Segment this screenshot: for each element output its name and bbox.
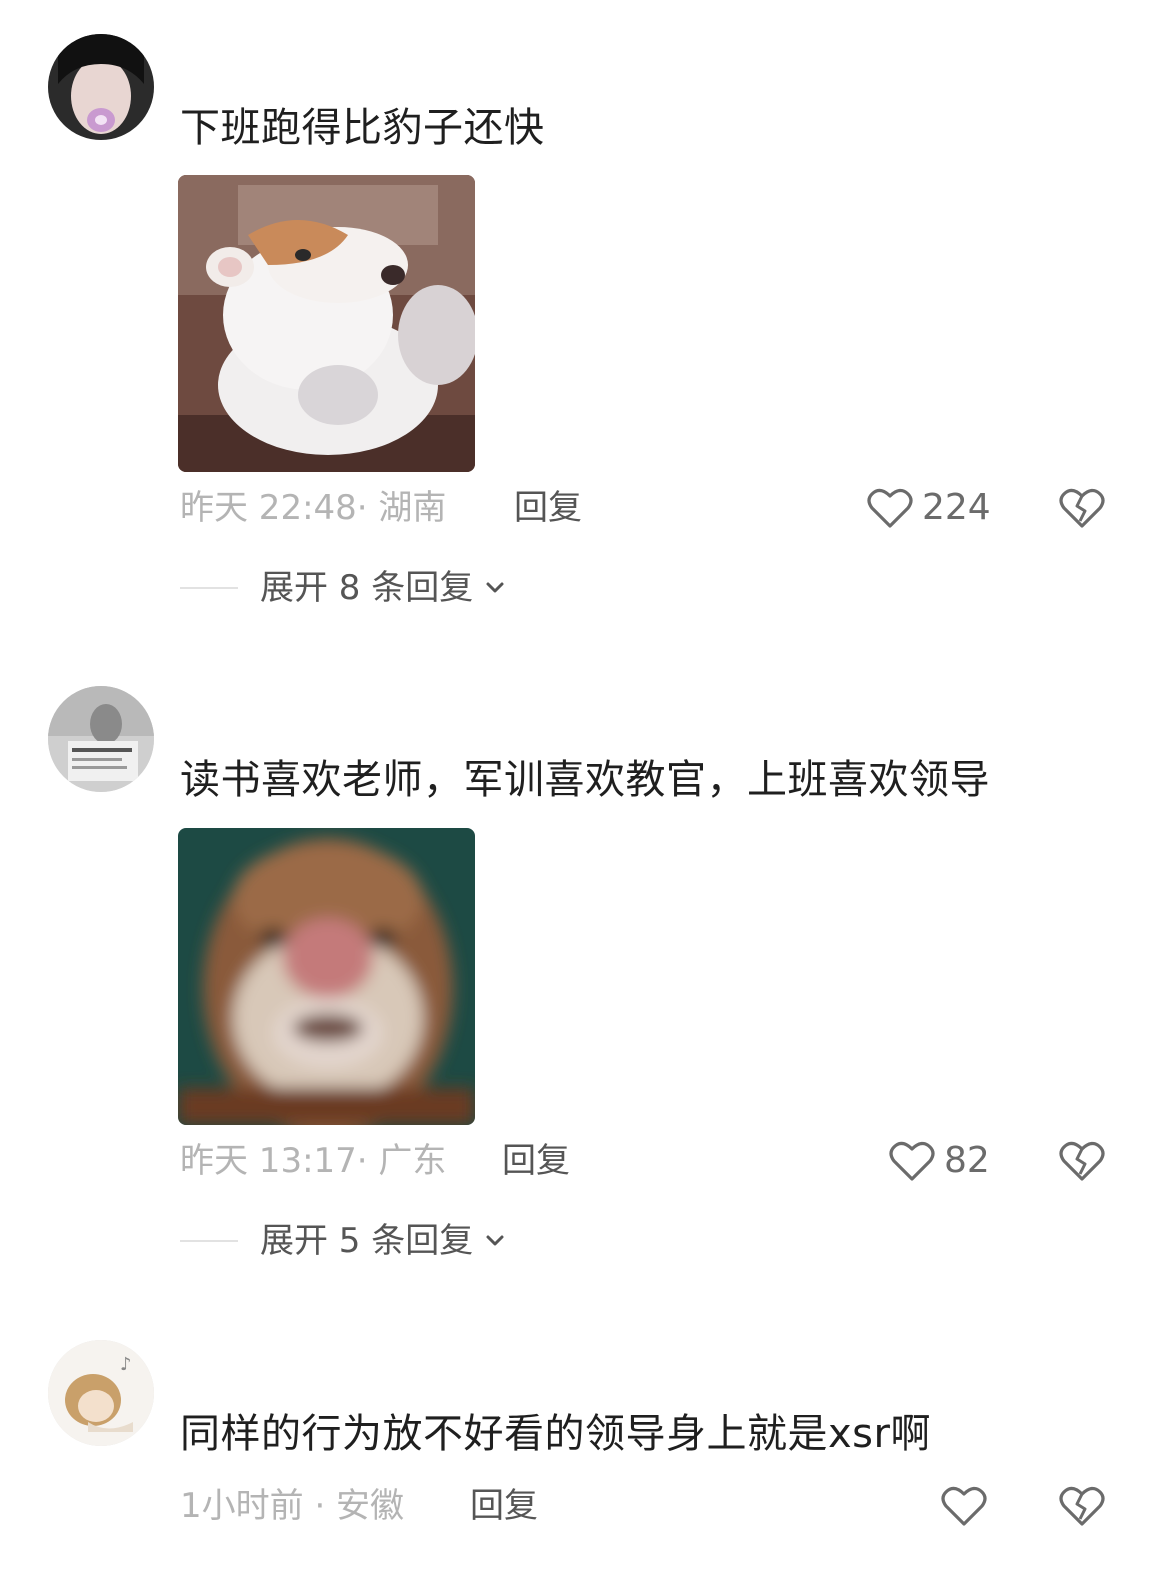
reply-button[interactable]: 回复 [502,1139,570,1183]
avatar[interactable] [48,686,154,792]
dislike-button[interactable] [1058,1139,1106,1183]
comment-text: 读书喜欢老师，军训喜欢教官，上班喜欢领导 [180,757,990,803]
comment-text: 同样的行为放不好看的领导身上就是xsr啊 [180,1411,931,1457]
comment-image[interactable] [178,828,475,1125]
dislike-button[interactable] [1058,1484,1106,1528]
heart-outline-icon [867,488,913,528]
broken-heart-icon [1059,488,1105,528]
like-button[interactable]: 224 [866,486,991,530]
expand-replies[interactable]: 展开 8 条回复 [180,566,507,610]
reply-button[interactable]: 回复 [514,486,582,530]
heart-outline-icon [941,1486,987,1526]
comment-meta: 昨天 22:48· 湖南 [180,488,447,528]
heart-outline-icon [889,1141,935,1181]
dislike-button[interactable] [1058,486,1106,530]
divider [180,587,238,589]
expand-replies-label: 展开 8 条回复 [260,568,474,608]
like-button[interactable] [940,1484,988,1528]
svg-text:♪: ♪ [120,1354,132,1375]
divider [180,1240,238,1242]
like-count: 224 [922,487,991,528]
like-count: 82 [944,1140,990,1181]
comment-meta: 1小时前 · 安徽 [180,1486,405,1526]
broken-heart-icon [1059,1141,1105,1181]
avatar[interactable]: ♪ [48,1340,154,1446]
like-button[interactable]: 82 [888,1139,990,1183]
broken-heart-icon [1059,1486,1105,1526]
comment-text: 下班跑得比豹子还快 [180,105,545,151]
avatar[interactable] [48,34,154,140]
expand-replies[interactable]: 展开 5 条回复 [180,1219,507,1263]
chevron-down-icon [486,582,504,593]
chevron-down-icon [486,1235,504,1246]
reply-button[interactable]: 回复 [470,1484,538,1528]
comment-image[interactable] [178,175,475,472]
comment-meta: 昨天 13:17· 广东 [180,1141,447,1181]
expand-replies-label: 展开 5 条回复 [260,1221,474,1261]
